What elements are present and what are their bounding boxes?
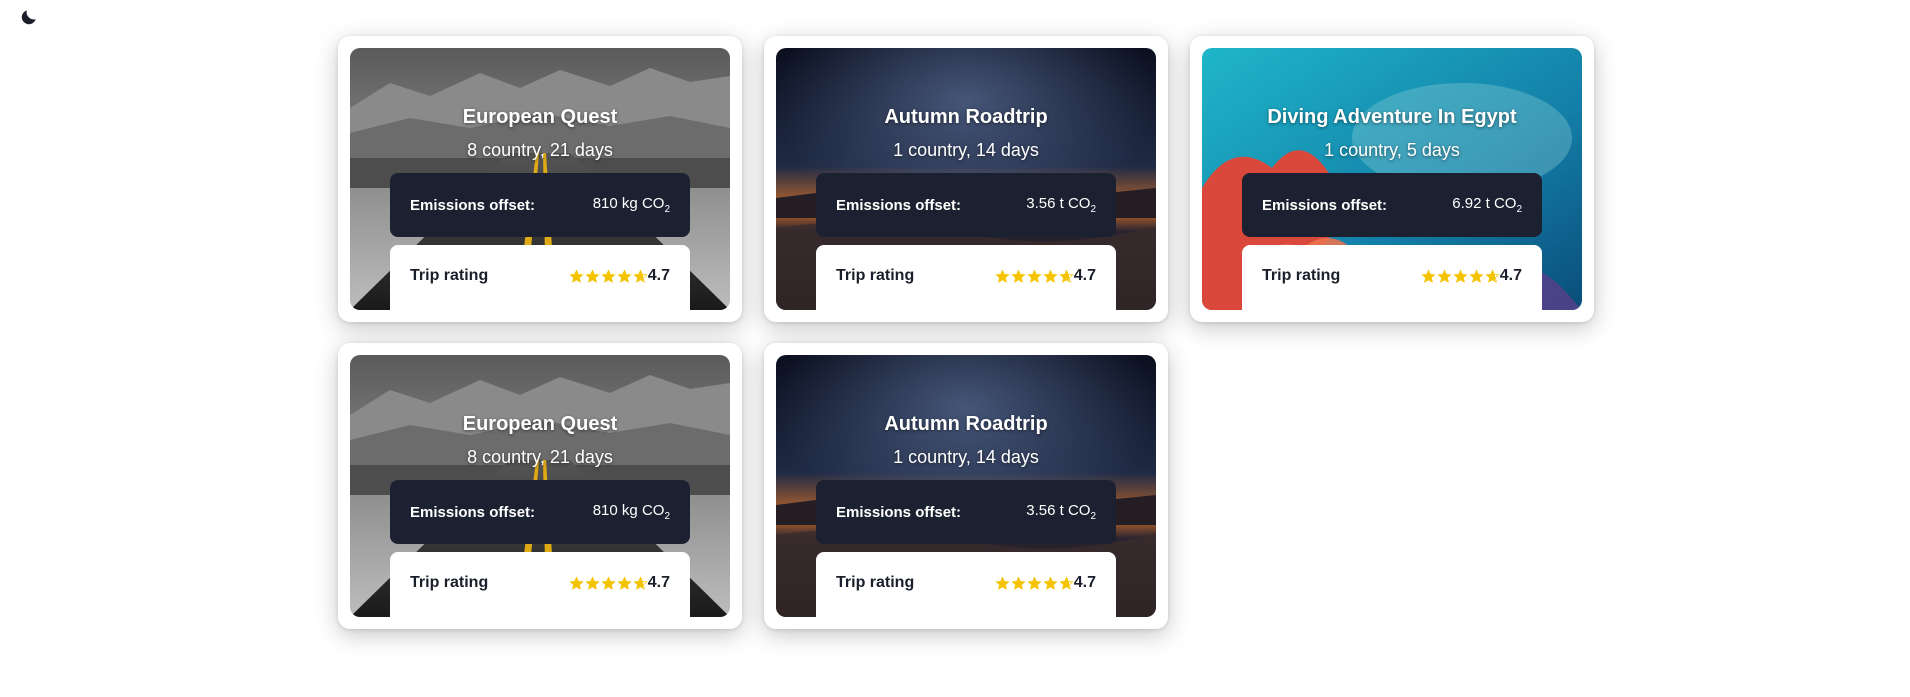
trip-card-image: European Quest 8 country, 21 days Emissi…: [350, 355, 730, 617]
rating-stars-wrap: 4.7: [995, 574, 1096, 592]
emissions-value-wrap: 3.56 t CO2: [1026, 502, 1096, 522]
star-rating: [569, 575, 649, 591]
star-icon: [585, 575, 600, 590]
star-icon: [1437, 268, 1452, 283]
star-icon: [569, 575, 584, 590]
trip-card-image: Autumn Roadtrip 1 country, 14 days Emiss…: [776, 355, 1156, 617]
star-icon: [633, 268, 648, 283]
trip-subtitle: 8 country, 21 days: [467, 140, 613, 160]
star-icon: [1421, 268, 1436, 283]
rating-panel: Trip rating 4.7: [816, 245, 1116, 310]
trip-card-image: Autumn Roadtrip 1 country, 14 days Emiss…: [776, 48, 1156, 310]
trip-card[interactable]: Autumn Roadtrip 1 country, 14 days Emiss…: [764, 36, 1168, 322]
star-icon: [601, 268, 616, 283]
co2-unit: CO2: [641, 195, 670, 215]
emissions-label: Emissions offset:: [836, 196, 962, 214]
star-icon: [1043, 268, 1058, 283]
trip-card[interactable]: Autumn Roadtrip 1 country, 14 days Emiss…: [764, 343, 1168, 629]
emissions-value: 810 kg: [592, 195, 638, 212]
trip-subtitle: 8 country, 21 days: [467, 447, 613, 467]
rating-panel: Trip rating 4.7: [390, 245, 690, 310]
trip-title: Autumn Roadtrip: [884, 413, 1048, 435]
trip-title: European Quest: [462, 413, 618, 435]
star-icon: [569, 268, 584, 283]
co2-unit: CO2: [1493, 195, 1522, 215]
emissions-value: 3.56 t: [1026, 195, 1064, 212]
co2-unit: CO2: [641, 502, 670, 522]
emissions-value: 6.92 t: [1452, 195, 1490, 212]
emissions-panel: Emissions offset: 810 kg CO2: [390, 480, 690, 544]
star-icon: [995, 575, 1010, 590]
emissions-panel: Emissions offset: 3.56 t CO2: [816, 480, 1116, 544]
trip-title: Autumn Roadtrip: [884, 106, 1048, 128]
emissions-panel: Emissions offset: 6.92 t CO2: [1242, 173, 1542, 237]
star-icon: [617, 575, 632, 590]
trip-card-image: European Quest 8 country, 21 days Emissi…: [350, 48, 730, 310]
trip-card-image: Diving Adventure In Egypt 1 country, 5 d…: [1202, 48, 1582, 310]
star-icon: [617, 268, 632, 283]
rating-panel: Trip rating 4.7: [390, 552, 690, 617]
star-icon: [633, 575, 648, 590]
star-icon: [1469, 268, 1484, 283]
rating-label: Trip rating: [410, 267, 489, 284]
rating-score: 4.7: [647, 267, 670, 284]
theme-toggle-button[interactable]: [18, 6, 40, 28]
star-rating: [569, 268, 649, 284]
star-icon: [585, 268, 600, 283]
star-icon: [1043, 575, 1058, 590]
rating-label: Trip rating: [836, 574, 915, 591]
star-icon: [1059, 575, 1074, 590]
rating-stars-wrap: 4.7: [995, 267, 1096, 285]
trip-title: European Quest: [462, 106, 618, 128]
co2-unit: CO2: [1067, 195, 1096, 215]
emissions-value: 810 kg: [592, 502, 638, 519]
emissions-value-wrap: 6.92 t CO2: [1452, 195, 1522, 215]
emissions-panel: Emissions offset: 810 kg CO2: [390, 173, 690, 237]
star-rating: [995, 575, 1075, 591]
co2-unit: CO2: [1067, 502, 1096, 522]
trip-title: Diving Adventure In Egypt: [1267, 106, 1517, 128]
rating-stars-wrap: 4.7: [569, 267, 670, 285]
emissions-label: Emissions offset:: [836, 503, 962, 521]
rating-label: Trip rating: [1262, 267, 1341, 284]
rating-stars-wrap: 4.7: [1421, 267, 1522, 285]
star-icon: [1485, 268, 1500, 283]
trip-subtitle: 1 country, 14 days: [893, 447, 1039, 467]
trip-subtitle: 1 country, 14 days: [893, 140, 1039, 160]
star-icon: [1027, 575, 1042, 590]
rating-score: 4.7: [1073, 267, 1096, 284]
star-rating: [995, 268, 1075, 284]
rating-score: 4.7: [1499, 267, 1522, 284]
rating-label: Trip rating: [410, 574, 489, 591]
star-icon: [1027, 268, 1042, 283]
rating-panel: Trip rating 4.7: [1242, 245, 1542, 310]
emissions-label: Emissions offset:: [410, 196, 536, 214]
rating-stars-wrap: 4.7: [569, 574, 670, 592]
star-icon: [1453, 268, 1468, 283]
rating-label: Trip rating: [836, 267, 915, 284]
star-icon: [995, 268, 1010, 283]
rating-panel: Trip rating 4.7: [816, 552, 1116, 617]
star-icon: [1011, 268, 1026, 283]
star-icon: [1059, 268, 1074, 283]
star-rating: [1421, 268, 1501, 284]
emissions-value-wrap: 810 kg CO2: [593, 195, 670, 215]
emissions-value: 3.56 t: [1026, 502, 1064, 519]
trip-card[interactable]: Diving Adventure In Egypt 1 country, 5 d…: [1190, 36, 1594, 322]
trip-subtitle: 1 country, 5 days: [1324, 140, 1460, 160]
trip-card[interactable]: European Quest 8 country, 21 days Emissi…: [338, 36, 742, 322]
emissions-panel: Emissions offset: 3.56 t CO2: [816, 173, 1116, 237]
emissions-value-wrap: 810 kg CO2: [593, 502, 670, 522]
emissions-label: Emissions offset:: [410, 503, 536, 521]
emissions-label: Emissions offset:: [1262, 196, 1388, 214]
star-icon: [601, 575, 616, 590]
emissions-value-wrap: 3.56 t CO2: [1026, 195, 1096, 215]
trip-grid: European Quest 8 country, 21 days Emissi…: [338, 36, 1594, 629]
trip-card[interactable]: European Quest 8 country, 21 days Emissi…: [338, 343, 742, 629]
star-icon: [1011, 575, 1026, 590]
rating-score: 4.7: [1073, 574, 1096, 591]
moon-icon: [21, 10, 36, 25]
rating-score: 4.7: [647, 574, 670, 591]
